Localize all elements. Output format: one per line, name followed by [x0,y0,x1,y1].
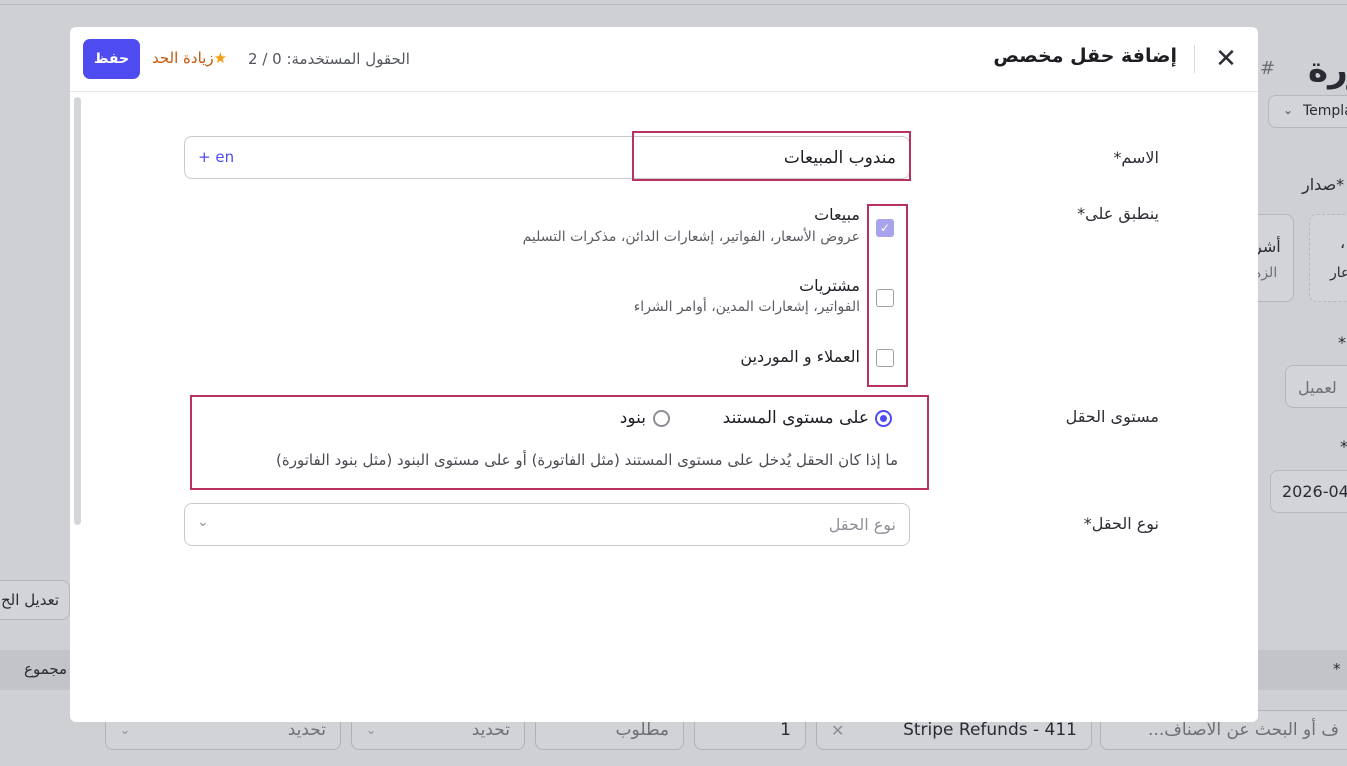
sales-option-title: مبيعات [814,205,860,224]
top-divider [0,4,1347,5]
applies-to-label: ينطبق على* [1077,204,1159,223]
sales-option-description: عروض الأسعار، الفواتير، إشعارات الدائن، … [522,229,860,245]
page-title-fragment: ورة [1308,50,1347,90]
purchases-option-title: مشتريات [799,276,860,295]
edit-button[interactable]: تعديل الح [0,580,70,620]
line-items-label: بنود [619,408,646,428]
save-button[interactable]: حفظ [83,39,140,79]
close-icon[interactable]: ✕ [1212,44,1240,74]
purchases-option-description: الفواتير، إشعارات المدين، أوامر الشراء [633,299,860,315]
increase-limit-label: زيادة الحد [152,49,214,67]
star-icon: ★ [213,49,228,67]
chevron-down-icon: ⌄ [1283,103,1294,117]
field-type-select[interactable]: نوع الحقل ⌄ [184,503,910,546]
name-input[interactable]: مندوب المبيعات + en [184,136,910,179]
field-level-label: مستوى الحقل [1065,407,1159,426]
issue-label-fragment: صدار* [1302,175,1345,194]
item-search-placeholder: ف أو البحث عن الأصناف... [1148,720,1339,740]
document-level-label: على مستوى المستند [722,408,869,428]
purchases-checkbox[interactable] [876,289,894,307]
add-custom-field-modal: ✕ إضافة حقل مخصص الحقول المستخدمة: 0 / 2… [70,27,1258,722]
scrollbar[interactable] [74,97,81,525]
name-input-value: مندوب المبيعات [783,148,896,168]
modal-title: إضافة حقل مخصص [993,45,1177,67]
clear-icon[interactable]: ✕ [831,721,844,740]
increase-limit-link[interactable]: ★زيادة الحد [152,49,227,67]
chevron-down-icon: ⌄ [197,514,209,530]
option-card-right[interactable]: ، عار [1309,214,1347,302]
row-select-1-label: تحديد [287,720,326,740]
option-card-right-sub: عار [1330,265,1347,281]
required-asterisk: * [1340,437,1347,456]
template-dropdown-label: Templa [1303,103,1347,119]
required-asterisk: * [1338,333,1346,352]
option-card-right-title: ، [1340,233,1346,252]
chevron-down-icon: ⌄ [120,723,131,737]
row-quantity-value: 1 [780,720,791,740]
option-card-left-title: أشر [1254,237,1281,256]
template-dropdown[interactable]: ⌄ Templa [1268,95,1347,128]
row-required-field-label: مطلوب [615,720,669,740]
hash-icon: # [1260,58,1276,79]
customers-suppliers-checkbox[interactable] [876,349,894,367]
date-field[interactable]: 2026-04 [1270,470,1347,513]
row-product-value: Stripe Refunds - 411 [903,720,1077,740]
name-label: الاسم* [1113,148,1159,167]
total-header: مجموع [24,660,68,678]
customers-suppliers-option-title: العملاء و الموردين [740,347,860,366]
document-level-radio[interactable] [875,410,892,427]
modal-header: ✕ إضافة حقل مخصص الحقول المستخدمة: 0 / 2… [70,27,1258,92]
customer-field[interactable]: لعميل [1285,365,1347,408]
required-asterisk: * [1333,660,1341,678]
field-type-label: نوع الحقل* [1083,514,1159,533]
add-language-button[interactable]: + en [198,148,234,166]
field-type-placeholder: نوع الحقل [828,515,896,534]
edit-button-label: تعديل الح [1,591,60,609]
date-field-value: 2026-04 [1282,482,1347,501]
chevron-down-icon: ⌄ [366,723,377,737]
sales-checkbox[interactable]: ✓ [876,219,894,237]
field-level-hint: ما إذا كان الحقل يُدخل على مستوى المستند… [276,451,898,469]
header-divider [1194,45,1195,73]
line-items-radio[interactable] [653,410,670,427]
customer-field-text: لعميل [1298,378,1337,397]
row-select-2-label: تحديد [471,720,510,740]
fields-used-counter: الحقول المستخدمة: 0 / 2 [248,50,410,68]
